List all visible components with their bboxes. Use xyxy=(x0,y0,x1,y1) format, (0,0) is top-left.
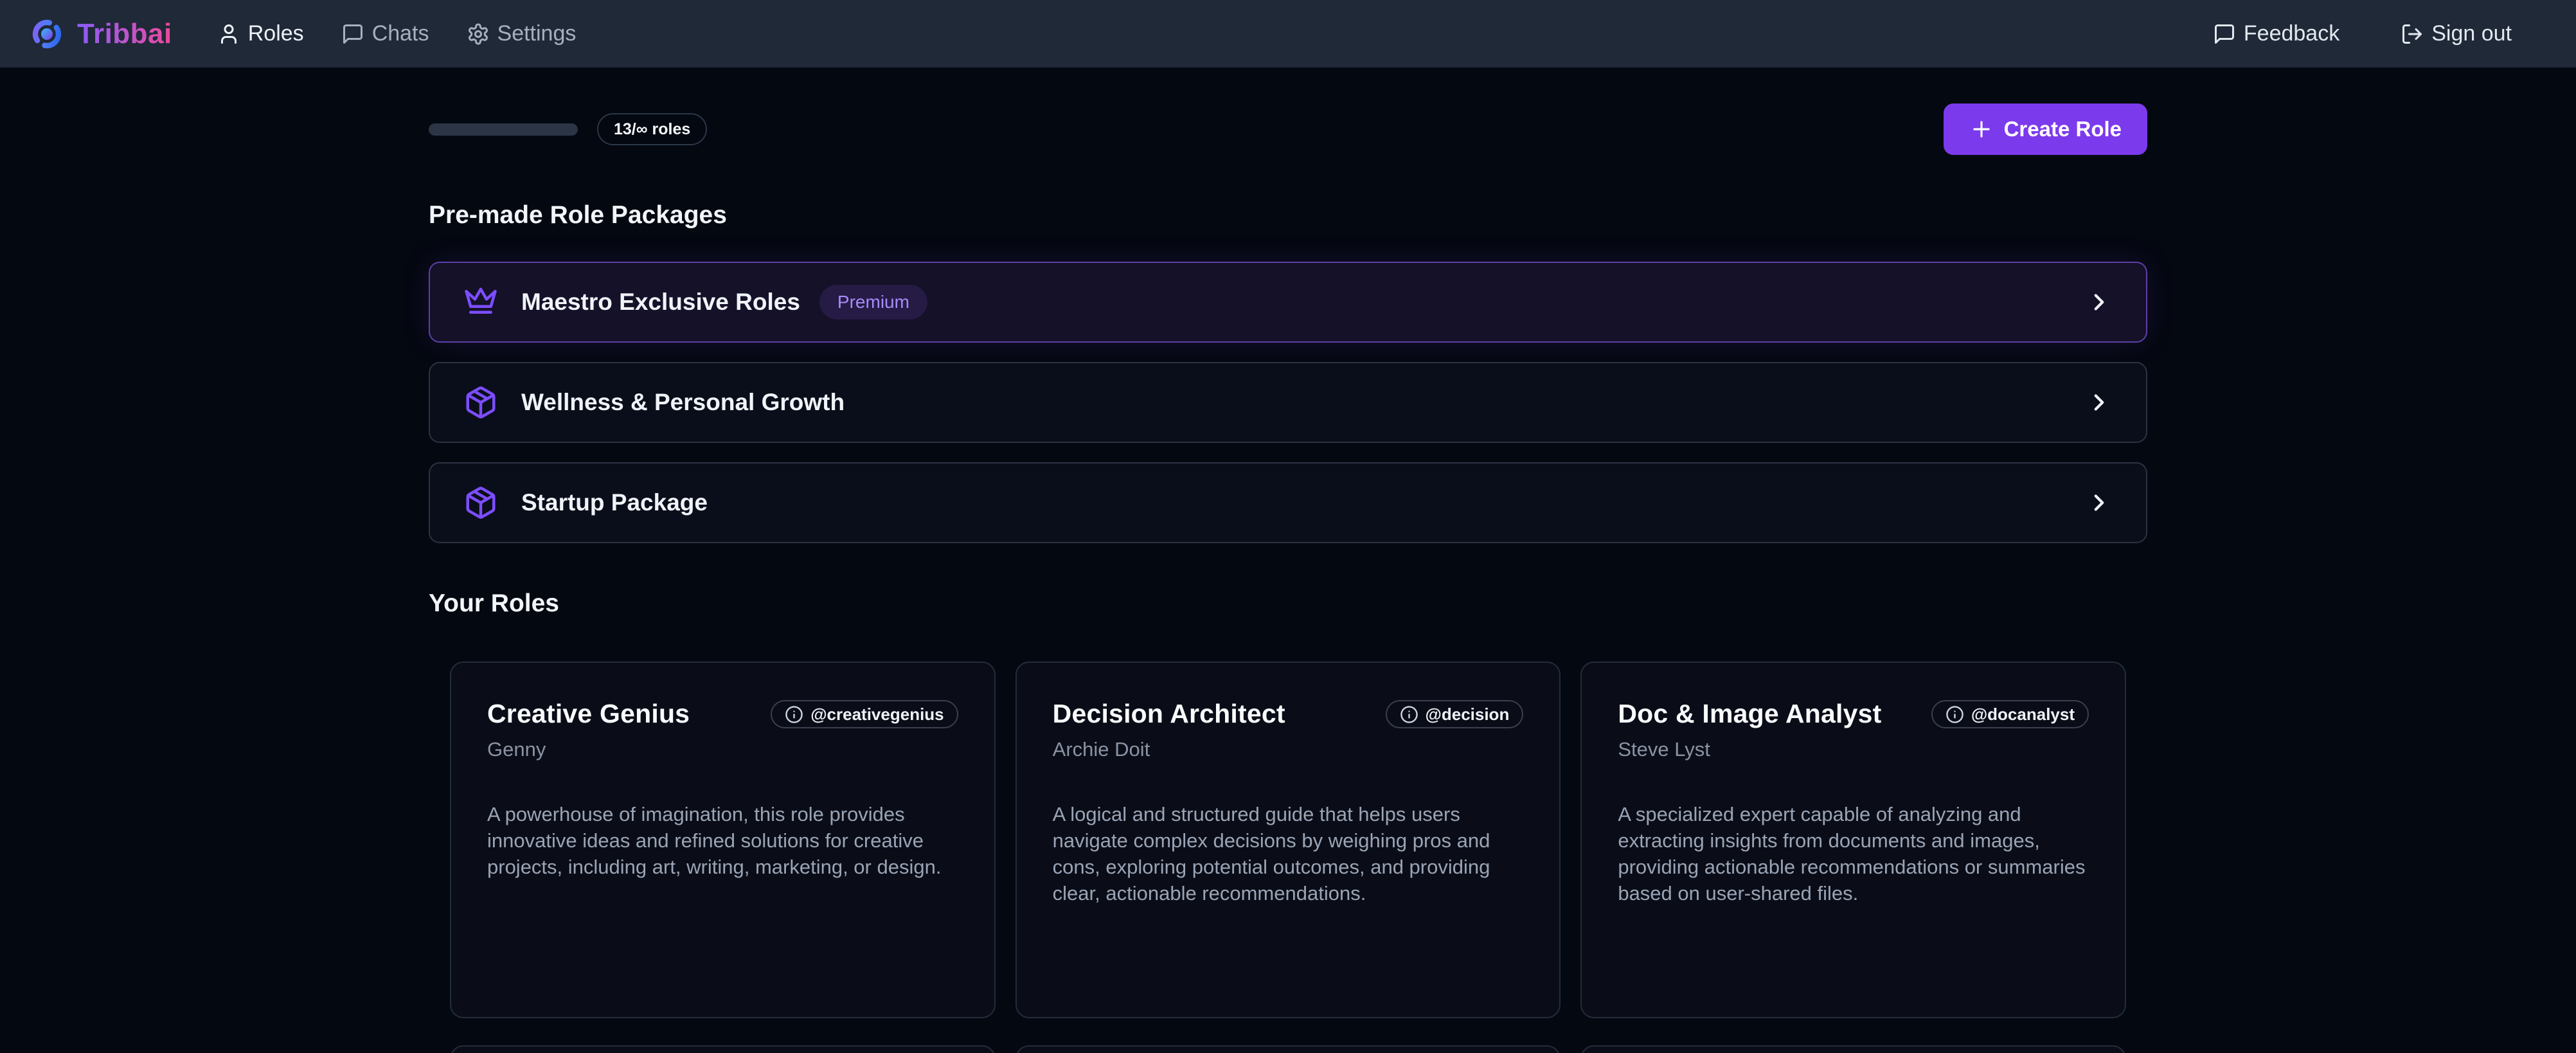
role-title: Creative Genius xyxy=(487,699,690,729)
nav-item-roles[interactable]: Roles xyxy=(217,21,304,46)
feedback-icon xyxy=(2213,22,2236,46)
role-handle-badge[interactable]: @docanalyst xyxy=(1931,700,2089,728)
nav-label-settings: Settings xyxy=(497,21,577,46)
top-navbar: Tribbai Roles Chats Settings Feedba xyxy=(0,0,2576,68)
role-card-partial[interactable] xyxy=(1015,1045,1561,1053)
plus-icon xyxy=(1969,117,1994,141)
nav-item-settings[interactable]: Settings xyxy=(467,21,577,46)
role-description: A logical and structured guide that help… xyxy=(1053,801,1524,906)
roles-grid-row-2 xyxy=(429,1045,2147,1053)
package-row-startup[interactable]: Startup Package xyxy=(429,462,2147,543)
package-title: Wellness & Personal Growth xyxy=(521,389,845,416)
nav-links: Roles Chats Settings xyxy=(217,21,577,46)
roles-grid: Creative Genius @creativegenius Genny A … xyxy=(429,662,2147,1018)
packages-section-title: Pre-made Role Packages xyxy=(429,201,2147,230)
sign-out-label: Sign out xyxy=(2431,21,2512,46)
package-title: Startup Package xyxy=(521,489,708,516)
chat-bubble-icon xyxy=(341,22,364,46)
role-handle-badge[interactable]: @creativegenius xyxy=(771,700,958,728)
nav-label-chats: Chats xyxy=(372,21,429,46)
role-title: Doc & Image Analyst xyxy=(1618,699,1881,729)
crown-icon xyxy=(463,285,498,320)
roles-toolbar: 13/∞ roles Create Role xyxy=(429,104,2147,155)
create-role-label: Create Role xyxy=(2004,117,2122,141)
roles-count-badge: 13/∞ roles xyxy=(597,113,707,145)
package-icon xyxy=(463,385,498,420)
role-card-creative-genius[interactable]: Creative Genius @creativegenius Genny A … xyxy=(450,662,996,1018)
info-icon xyxy=(1400,705,1418,724)
role-description: A powerhouse of imagination, this role p… xyxy=(487,801,958,880)
main-content: 13/∞ roles Create Role Pre-made Role Pac… xyxy=(429,104,2147,1053)
role-agent-name: Genny xyxy=(487,738,958,761)
roles-progress-bar xyxy=(429,123,578,136)
user-icon xyxy=(217,22,240,46)
chevron-right-icon xyxy=(2086,389,2113,416)
your-roles-section-title: Your Roles xyxy=(429,590,2147,618)
feedback-label: Feedback xyxy=(2244,21,2339,46)
gear-icon xyxy=(467,22,490,46)
role-card-partial[interactable] xyxy=(450,1045,996,1053)
package-row-wellness[interactable]: Wellness & Personal Growth xyxy=(429,362,2147,443)
package-title: Maestro Exclusive Roles xyxy=(521,289,800,316)
role-agent-name: Archie Doit xyxy=(1053,738,1524,761)
create-role-button[interactable]: Create Role xyxy=(1944,104,2147,155)
package-row-maestro[interactable]: Maestro Exclusive Roles Premium xyxy=(429,262,2147,343)
nav-label-roles: Roles xyxy=(248,21,304,46)
nav-right: Feedback Sign out xyxy=(2213,21,2512,46)
sign-out-button[interactable]: Sign out xyxy=(2401,21,2512,46)
role-title: Decision Architect xyxy=(1053,699,1285,729)
role-handle: @creativegenius xyxy=(810,705,944,724)
chevron-right-icon xyxy=(2086,289,2113,316)
sign-out-icon xyxy=(2401,22,2424,46)
package-list: Maestro Exclusive Roles Premium Wellness… xyxy=(429,262,2147,543)
package-icon xyxy=(463,485,498,520)
role-card-partial[interactable] xyxy=(1580,1045,2126,1053)
info-icon xyxy=(785,705,803,724)
brand-logo[interactable]: Tribbai xyxy=(30,17,172,51)
nav-item-chats[interactable]: Chats xyxy=(341,21,429,46)
role-agent-name: Steve Lyst xyxy=(1618,738,2089,761)
role-card-decision-architect[interactable]: Decision Architect @decision Archie Doit… xyxy=(1015,662,1561,1018)
info-icon xyxy=(1945,705,1964,724)
role-handle-badge[interactable]: @decision xyxy=(1386,700,1524,728)
role-handle: @decision xyxy=(1426,705,1510,724)
brand-name: Tribbai xyxy=(77,18,172,50)
role-description: A specialized expert capable of analyzin… xyxy=(1618,801,2089,906)
premium-badge: Premium xyxy=(819,285,927,320)
role-handle: @docanalyst xyxy=(1971,705,2075,724)
role-card-doc-image-analyst[interactable]: Doc & Image Analyst @docanalyst Steve Ly… xyxy=(1580,662,2126,1018)
tribbai-logo-icon xyxy=(30,17,64,51)
chevron-right-icon xyxy=(2086,489,2113,516)
feedback-button[interactable]: Feedback xyxy=(2213,21,2339,46)
